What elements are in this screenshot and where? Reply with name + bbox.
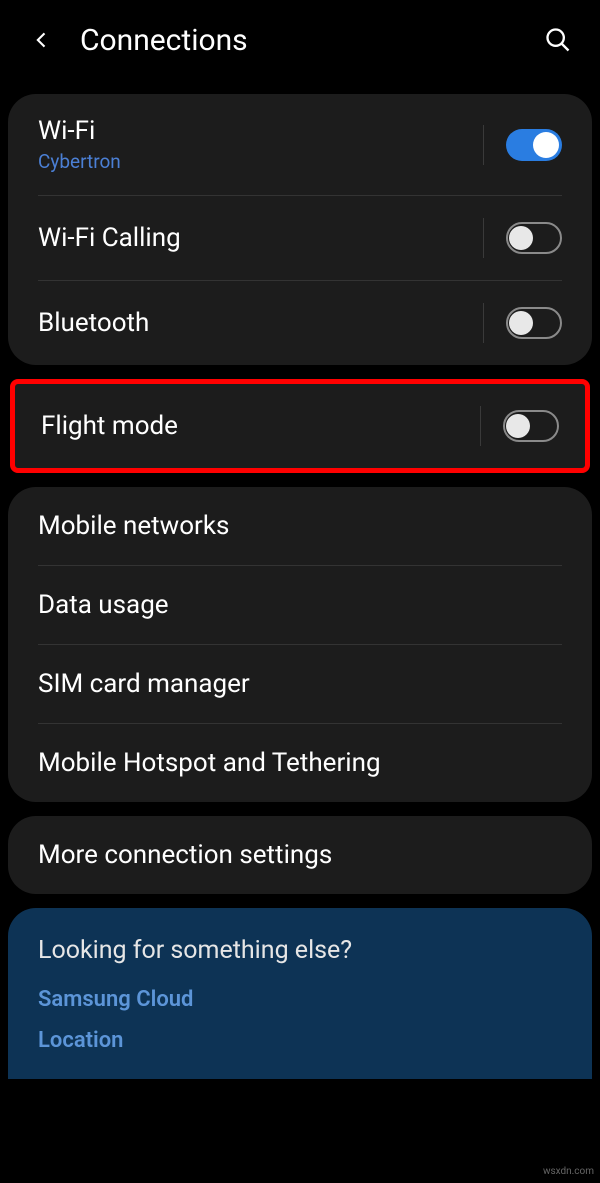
toggle-knob bbox=[506, 414, 530, 438]
toggle-knob bbox=[509, 226, 533, 250]
connections-group-3: Mobile networks Data usage SIM card mana… bbox=[8, 487, 592, 802]
footer-suggestions: Looking for something else? Samsung Clou… bbox=[8, 908, 592, 1079]
wifi-calling-label: Wi-Fi Calling bbox=[38, 223, 483, 253]
flight-mode-row[interactable]: Flight mode bbox=[15, 384, 585, 468]
page-title: Connections bbox=[80, 23, 540, 58]
search-button[interactable] bbox=[540, 22, 576, 58]
flight-mode-toggle[interactable] bbox=[503, 410, 559, 442]
bluetooth-label: Bluetooth bbox=[38, 308, 483, 338]
footer-title: Looking for something else? bbox=[38, 936, 562, 965]
sim-manager-row[interactable]: SIM card manager bbox=[8, 645, 592, 723]
footer-link-samsung-cloud[interactable]: Samsung Cloud bbox=[38, 987, 562, 1012]
wifi-toggle[interactable] bbox=[506, 129, 562, 161]
bluetooth-toggle[interactable] bbox=[506, 307, 562, 339]
flight-mode-group-highlighted: Flight mode bbox=[10, 379, 590, 473]
footer-link-location[interactable]: Location bbox=[38, 1028, 562, 1053]
header: Connections bbox=[0, 0, 600, 80]
back-button[interactable] bbox=[24, 22, 60, 58]
bluetooth-text: Bluetooth bbox=[38, 308, 483, 338]
divider bbox=[483, 303, 484, 343]
hotspot-label: Mobile Hotspot and Tethering bbox=[38, 748, 562, 778]
wifi-label: Wi-Fi bbox=[38, 116, 483, 146]
toggle-knob bbox=[509, 311, 533, 335]
divider bbox=[483, 125, 484, 165]
wifi-calling-text: Wi-Fi Calling bbox=[38, 223, 483, 253]
wifi-calling-toggle[interactable] bbox=[506, 222, 562, 254]
wifi-row[interactable]: Wi-Fi Cybertron bbox=[8, 94, 592, 195]
mobile-networks-text: Mobile networks bbox=[38, 511, 562, 541]
connections-group-1: Wi-Fi Cybertron Wi-Fi Calling Bluetooth bbox=[8, 94, 592, 365]
more-settings-row[interactable]: More connection settings bbox=[8, 816, 592, 894]
bluetooth-row[interactable]: Bluetooth bbox=[8, 281, 592, 365]
data-usage-label: Data usage bbox=[38, 590, 562, 620]
mobile-networks-label: Mobile networks bbox=[38, 511, 562, 541]
mobile-networks-row[interactable]: Mobile networks bbox=[8, 487, 592, 565]
search-icon bbox=[544, 26, 572, 54]
data-usage-row[interactable]: Data usage bbox=[8, 566, 592, 644]
toggle-knob bbox=[533, 132, 559, 158]
hotspot-row[interactable]: Mobile Hotspot and Tethering bbox=[8, 724, 592, 802]
chevron-left-icon bbox=[32, 26, 52, 54]
flight-mode-text: Flight mode bbox=[41, 411, 480, 441]
divider bbox=[480, 406, 481, 446]
connections-group-4: More connection settings bbox=[8, 816, 592, 894]
wifi-calling-row[interactable]: Wi-Fi Calling bbox=[8, 196, 592, 280]
more-settings-label: More connection settings bbox=[38, 840, 562, 870]
wifi-text: Wi-Fi Cybertron bbox=[38, 116, 483, 173]
sim-manager-text: SIM card manager bbox=[38, 669, 562, 699]
more-settings-text: More connection settings bbox=[38, 840, 562, 870]
watermark: wsxdn.com bbox=[543, 1166, 594, 1177]
wifi-network-name: Cybertron bbox=[38, 150, 483, 173]
flight-mode-label: Flight mode bbox=[41, 411, 480, 441]
data-usage-text: Data usage bbox=[38, 590, 562, 620]
hotspot-text: Mobile Hotspot and Tethering bbox=[38, 748, 562, 778]
sim-manager-label: SIM card manager bbox=[38, 669, 562, 699]
divider bbox=[483, 218, 484, 258]
